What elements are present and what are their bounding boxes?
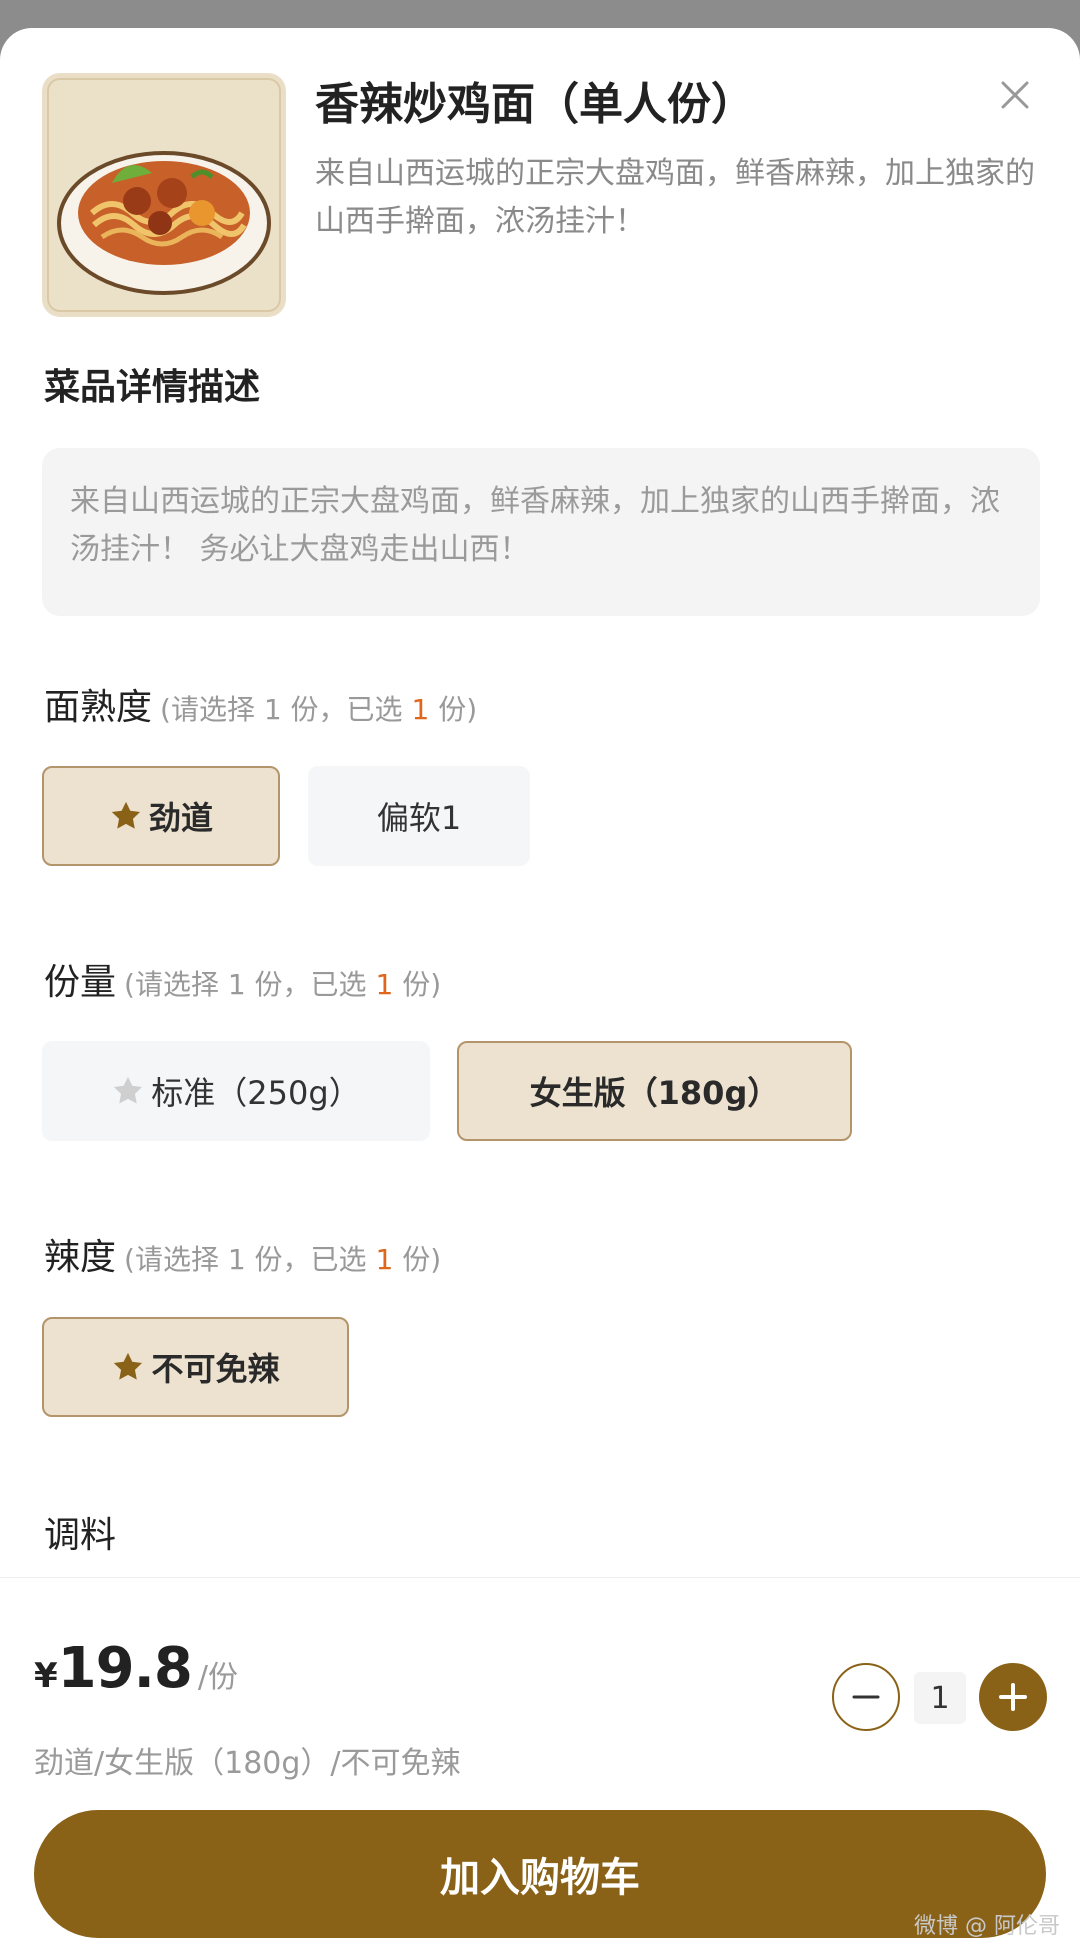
add-to-cart-button[interactable]: 加入购物车 (34, 1810, 1046, 1938)
close-button[interactable] (990, 70, 1040, 120)
group-name: 调料 (44, 1515, 117, 1556)
star-icon (114, 1076, 143, 1104)
dish-title: 香辣炒鸡面（单人份） (315, 79, 755, 130)
option-label: 女生版（180g） (529, 1074, 780, 1112)
price-unit: /份 (197, 1660, 238, 1695)
price-amount: 19.8 (57, 1636, 193, 1701)
detail-heading: 菜品详情描述 (44, 367, 261, 408)
option-label: 偏软1 (376, 799, 462, 837)
plus-icon (999, 1683, 1027, 1711)
dish-summary: 来自山西运城的正宗大盘鸡面，鲜香麻辣，加上独家的山西手擀面，浓汤挂汁！ (315, 156, 1035, 239)
minus-icon (852, 1695, 880, 1699)
price-currency: ¥ (34, 1656, 58, 1696)
option-label: 标准（250g） (151, 1074, 361, 1112)
dish-thumbnail (42, 73, 286, 317)
selection-summary: 劲道/女生版（180g）/不可免辣 (34, 1746, 461, 1781)
cart-bar: ¥19.8/份 劲道/女生版（180g）/不可免辣 1 加入购物车 (0, 1577, 1080, 1950)
watermark: 微博 @ 阿伦哥 (914, 1914, 1060, 1939)
option-label: 劲道 (148, 799, 213, 837)
group-name: 份量 (44, 962, 117, 1003)
quantity-value[interactable]: 1 (914, 1672, 966, 1724)
star-icon (111, 801, 141, 829)
star-icon (114, 1352, 143, 1380)
close-icon (1001, 81, 1029, 109)
option-not-optional-spicy[interactable]: 不可免辣 (42, 1317, 349, 1417)
option-jindao[interactable]: 劲道 (42, 766, 280, 866)
option-label: 不可免辣 (151, 1350, 280, 1388)
group-name: 辣度 (44, 1237, 117, 1278)
price: ¥19.8/份 (34, 1636, 238, 1701)
group-title-seasoning: 调料 (44, 1506, 116, 1558)
group-hint: (请选择 1 份，已选 1 份) (124, 1243, 442, 1276)
option-girl-size[interactable]: 女生版（180g） (457, 1041, 852, 1141)
group-title-spiciness: 辣度 (请选择 1 份，已选 1 份) (44, 1228, 441, 1280)
dish-detail-sheet: 香辣炒鸡面（单人份） 来自山西运城的正宗大盘鸡面，鲜香麻辣，加上独家的山西手擀面… (0, 28, 1080, 1950)
group-hint: (请选择 1 份，已选 1 份) (124, 968, 442, 1001)
option-standard[interactable]: 标准（250g） (42, 1041, 430, 1141)
detail-description: 来自山西运城的正宗大盘鸡面，鲜香麻辣，加上独家的山西手擀面，浓汤挂汁！ 务必让大… (42, 448, 1040, 616)
group-title-doneness: 面熟度 (请选择 1 份，已选 1 份) (44, 678, 477, 730)
group-title-portion: 份量 (请选择 1 份，已选 1 份) (44, 953, 441, 1005)
quantity-decrease-button[interactable] (832, 1663, 900, 1731)
group-name: 面熟度 (44, 687, 153, 728)
quantity-increase-button[interactable] (979, 1663, 1047, 1731)
option-pianruan[interactable]: 偏软1 (308, 766, 530, 866)
group-hint: (请选择 1 份，已选 1 份) (160, 693, 478, 726)
